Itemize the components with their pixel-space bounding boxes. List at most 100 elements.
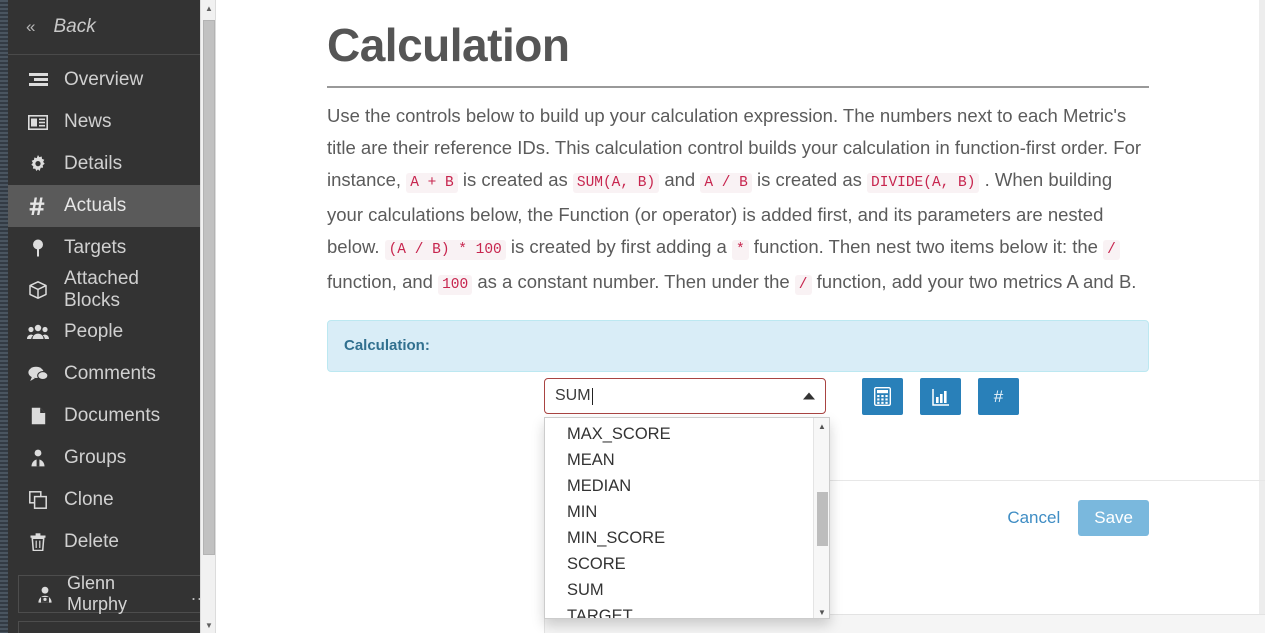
caret-up-icon[interactable] <box>803 392 815 400</box>
page-scrollbar-thumb[interactable] <box>203 20 215 555</box>
dropdown-scrollbar[interactable]: ▲ ▼ <box>813 418 829 618</box>
dropdown-option-min[interactable]: MIN <box>545 499 815 525</box>
sidebar-item-label: Clone <box>64 489 114 510</box>
group-icon <box>26 449 50 467</box>
main-content: Calculation Use the controls below to bu… <box>217 0 1265 633</box>
dropdown-options: MAX_SCORE MEAN MEDIAN MIN MIN_SCORE SCOR… <box>545 421 815 618</box>
sidebar-user-menu[interactable]: Glenn Murphy ... <box>18 573 200 614</box>
sidebar-item-label: Documents <box>64 405 161 426</box>
dropdown-option-min-score[interactable]: MIN_SCORE <box>545 525 815 551</box>
cancel-button[interactable]: Cancel <box>1007 508 1060 528</box>
dropdown-option-median[interactable]: MEDIAN <box>545 473 815 499</box>
save-button[interactable]: Save <box>1078 500 1149 536</box>
desc-text-8: function, and <box>327 271 439 292</box>
code-a-plus-b: A + B <box>406 173 458 193</box>
calculator-icon <box>874 387 891 406</box>
function-combobox[interactable]: SUM <box>544 378 826 414</box>
calculation-label: Calculation: <box>344 337 430 354</box>
sidebar-item-overview[interactable]: Overview <box>8 59 200 101</box>
form-actions: Cancel Save <box>1007 500 1149 536</box>
code-sum-a-b: SUM(A, B) <box>572 173 660 193</box>
sidebar-item-label: People <box>64 321 124 342</box>
sidebar-item-label: News <box>64 111 112 132</box>
sidebar-back-button[interactable]: « Back <box>8 0 200 55</box>
function-dropdown-list[interactable]: MAX_SCORE MEAN MEDIAN MIN MIN_SCORE SCOR… <box>544 417 830 619</box>
caret-down-icon[interactable]: ▼ <box>814 604 829 618</box>
dropdown-option-sum[interactable]: SUM <box>545 577 815 603</box>
window-right-edge <box>1259 0 1265 633</box>
add-number-button[interactable]: # <box>978 378 1019 415</box>
function-combobox-value: SUM <box>555 387 591 404</box>
title-divider <box>327 86 1149 88</box>
sidebar-item-news[interactable]: News <box>8 101 200 143</box>
dropdown-option-target[interactable]: TARGET <box>545 603 815 618</box>
desc-text-3: and <box>659 169 701 190</box>
news-icon <box>26 114 50 130</box>
sidebar-item-details[interactable]: Details <box>8 143 200 185</box>
scroll-down-icon[interactable]: ▼ <box>201 617 217 633</box>
sidebar-user-more-icon[interactable]: ... <box>191 584 200 605</box>
code-100: 100 <box>438 275 473 295</box>
page-edge-stripe <box>0 0 8 633</box>
sidebar-item-label: Delete <box>64 531 119 552</box>
cube-icon <box>26 281 50 299</box>
code-slash-2: / <box>794 275 812 295</box>
function-combobox-wrapper: SUM <box>544 378 826 414</box>
dropdown-option-max-score[interactable]: MAX_SCORE <box>545 421 815 447</box>
sidebar-item-targets[interactable]: Targets <box>8 227 200 269</box>
pin-icon <box>26 239 50 257</box>
hash-icon: # <box>993 386 1004 406</box>
sidebar-item-attached-blocks[interactable]: Attached Blocks <box>8 268 200 311</box>
sidebar-item-label: Attached Blocks <box>64 268 139 311</box>
sidebar-item-people[interactable]: People <box>8 311 200 353</box>
add-function-button[interactable] <box>862 378 903 415</box>
code-asterisk: * <box>731 240 749 260</box>
sidebar-item-label: Targets <box>64 237 127 258</box>
sidebar-item-label: Comments <box>64 363 156 384</box>
people-icon <box>26 324 50 340</box>
document-icon <box>26 407 50 425</box>
desc-text-10: function, add your two metrics A and B. <box>811 271 1137 292</box>
caret-up-icon[interactable]: ▲ <box>814 418 829 434</box>
desc-text-4: is created as <box>751 169 868 190</box>
copy-icon <box>26 491 50 509</box>
sidebar-item-clone[interactable]: Clone <box>8 479 200 521</box>
bar-chart-icon <box>931 388 950 406</box>
code-divide-a-b: DIVIDE(A, B) <box>867 173 980 193</box>
sidebar-item-delete[interactable]: Delete <box>8 521 200 563</box>
dropdown-option-mean[interactable]: MEAN <box>545 447 815 473</box>
sidebar: « Back Overview News Details Actuals Tar… <box>8 0 200 633</box>
page-title: Calculation <box>327 19 570 71</box>
scroll-up-icon[interactable]: ▲ <box>201 0 217 16</box>
sidebar-item-comments[interactable]: Comments <box>8 353 200 395</box>
description-paragraph: Use the controls below to build up your … <box>327 100 1149 301</box>
sidebar-item-actuals[interactable]: Actuals <box>8 185 200 227</box>
sidebar-item-groups[interactable]: Groups <box>8 437 200 479</box>
add-metric-button[interactable] <box>920 378 961 415</box>
trash-icon <box>26 533 50 551</box>
code-a-div-b-times-100: (A / B) * 100 <box>384 240 506 260</box>
app-root: « Back Overview News Details Actuals Tar… <box>0 0 1265 633</box>
sidebar-bottom-panel <box>18 621 200 633</box>
sidebar-user-name: Glenn Murphy <box>67 573 128 614</box>
sidebar-item-documents[interactable]: Documents <box>8 395 200 437</box>
sidebar-nav: Overview News Details Actuals Targets At… <box>8 55 200 563</box>
sidebar-back-label: Back <box>53 16 96 37</box>
dropdown-scrollbar-thumb[interactable] <box>817 492 828 546</box>
hash-icon <box>26 197 50 215</box>
sidebar-item-label: Details <box>64 153 123 174</box>
desc-text-7: function. Then nest two items below it: … <box>748 236 1104 257</box>
desc-text-9: as a constant number. Then under the <box>472 271 795 292</box>
calculation-control-row: SUM # <box>544 378 1019 415</box>
gear-icon <box>26 155 50 173</box>
content-inner: Calculation Use the controls below to bu… <box>327 0 1149 372</box>
code-slash-1: / <box>1103 240 1120 260</box>
list-icon <box>26 72 50 88</box>
desc-text-6: is created by first adding a <box>505 236 732 257</box>
page-scrollbar[interactable]: ▲ ▼ <box>200 0 216 633</box>
double-chevron-left-icon: « <box>26 17 36 36</box>
user-avatar-icon <box>33 586 57 603</box>
sidebar-item-label: Actuals <box>64 195 127 216</box>
dropdown-option-score[interactable]: SCORE <box>545 551 815 577</box>
sidebar-item-label: Groups <box>64 447 127 468</box>
